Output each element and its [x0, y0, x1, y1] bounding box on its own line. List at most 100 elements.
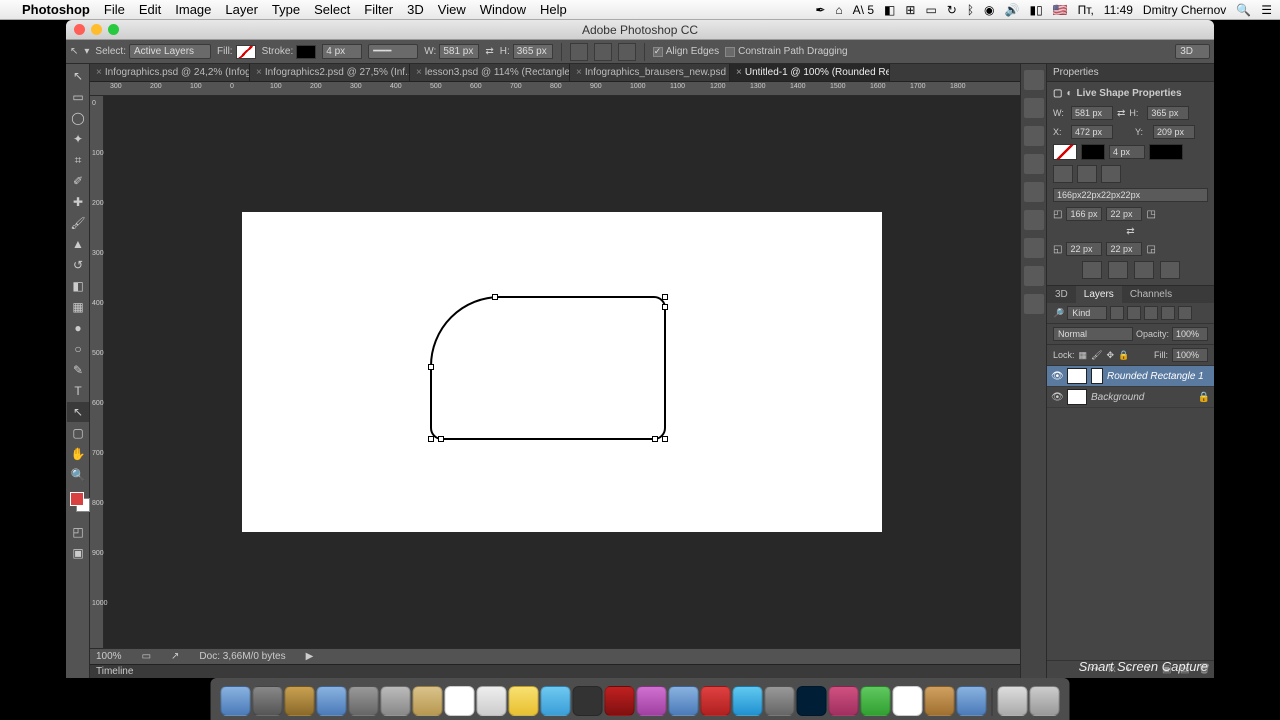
spotlight-icon[interactable]: 🔍 [1236, 3, 1251, 17]
layer-row[interactable]: 👁 Background 🔒 [1047, 387, 1214, 408]
layer-thumbnail[interactable] [1067, 389, 1087, 405]
dock-photoshop-icon[interactable] [797, 686, 827, 716]
prop-y-input[interactable] [1153, 125, 1195, 139]
filter-smart-icon[interactable] [1178, 306, 1192, 320]
move-tool[interactable]: ↖ [67, 66, 89, 86]
height-input[interactable] [513, 44, 553, 59]
layer-row[interactable]: 👁 Rounded Rectangle 1 [1047, 366, 1214, 387]
document-tab[interactable]: ×lesson3.psd @ 114% (Rectangle ... [410, 64, 570, 81]
path-op-button[interactable] [1160, 261, 1180, 279]
corner-bl-input[interactable] [1066, 242, 1102, 256]
menubar-tray-icon[interactable]: ✒ [815, 3, 825, 17]
dock-app-icon[interactable] [253, 686, 283, 716]
dock-trash-icon[interactable] [1030, 686, 1060, 716]
dock-app-icon[interactable] [573, 686, 603, 716]
path-options-button[interactable] [618, 43, 636, 61]
document-tab[interactable]: ×Infographics.psd @ 24,2% (Infog... [90, 64, 250, 81]
corner-tl-input[interactable] [1066, 207, 1102, 221]
eyedropper-tool[interactable]: ✐ [67, 171, 89, 191]
screenmode-tool[interactable]: ▣ [67, 543, 89, 563]
stroke-width-input[interactable] [322, 44, 362, 59]
dock-safari-icon[interactable] [317, 686, 347, 716]
wand-tool[interactable]: ✦ [67, 129, 89, 149]
menubar-tray-icon[interactable]: ⊞ [905, 3, 915, 17]
tab-channels[interactable]: Channels [1122, 286, 1180, 303]
tool-preset-dropdown[interactable]: ▾ [84, 46, 89, 57]
filter-pixel-icon[interactable] [1110, 306, 1124, 320]
type-tool[interactable]: T [67, 381, 89, 401]
dock-evernote-icon[interactable] [861, 686, 891, 716]
menu-select[interactable]: Select [314, 2, 350, 17]
notification-center-icon[interactable]: ☰ [1261, 3, 1272, 17]
collapsed-panel-icon[interactable] [1024, 98, 1044, 118]
collapsed-panel-icon[interactable] [1024, 154, 1044, 174]
path-op-button[interactable] [1082, 261, 1102, 279]
path-align-button[interactable] [570, 43, 588, 61]
dock-messages-icon[interactable] [541, 686, 571, 716]
zoom-value[interactable]: 100% [96, 651, 122, 662]
align-edges-checkbox[interactable] [653, 47, 663, 57]
dock-appstore-icon[interactable] [669, 686, 699, 716]
collapsed-panel-icon[interactable] [1024, 182, 1044, 202]
dock-app-icon[interactable] [381, 686, 411, 716]
lasso-tool[interactable]: ◯ [67, 108, 89, 128]
prop-h-input[interactable] [1147, 106, 1189, 120]
path-op-button[interactable] [1108, 261, 1128, 279]
dock-app-icon[interactable] [957, 686, 987, 716]
corner-br-input[interactable] [1106, 242, 1142, 256]
gradient-tool[interactable]: ▦ [67, 297, 89, 317]
tab-3d[interactable]: 3D [1047, 286, 1076, 303]
dock-app-icon[interactable] [349, 686, 379, 716]
close-icon[interactable]: × [416, 67, 422, 78]
stamp-tool[interactable]: ▲ [67, 234, 89, 254]
corner-tr-input[interactable] [1106, 207, 1142, 221]
link-icon[interactable]: ⇄ [1117, 108, 1125, 119]
link-wh-icon[interactable]: ⇄ [485, 46, 493, 57]
zoom-button[interactable] [108, 24, 119, 35]
stroke-swatch[interactable] [296, 45, 316, 59]
menubar-battery-icon[interactable]: ▮▯ [1029, 3, 1042, 17]
eraser-tool[interactable]: ◧ [67, 276, 89, 296]
menu-image[interactable]: Image [175, 2, 211, 17]
ruler-horizontal[interactable]: 3002001000100200300400500600700800900100… [90, 82, 1020, 96]
filter-type-icon[interactable] [1144, 306, 1158, 320]
close-icon[interactable]: × [576, 67, 582, 78]
dock-app-icon[interactable] [605, 686, 635, 716]
menubar-user[interactable]: Dmitry Chernov [1143, 3, 1226, 17]
prop-stroke-swatch[interactable] [1081, 144, 1105, 160]
menu-view[interactable]: View [438, 2, 466, 17]
doc-info[interactable]: Doc: 3,66M/0 bytes [199, 651, 285, 662]
status-icon[interactable]: ▭ [142, 651, 151, 662]
fill-input[interactable] [1172, 348, 1208, 362]
tab-layers[interactable]: Layers [1076, 286, 1122, 303]
quickmask-tool[interactable]: ◰ [67, 522, 89, 542]
stroke-style-dropdown[interactable]: ━━━ [368, 44, 418, 59]
heal-tool[interactable]: ✚ [67, 192, 89, 212]
menu-window[interactable]: Window [480, 2, 526, 17]
lock-all-icon[interactable]: 🔒 [1118, 350, 1129, 361]
fill-swatch[interactable] [236, 45, 256, 59]
path-op-button[interactable] [1134, 261, 1154, 279]
menubar-day[interactable]: Пт, [1078, 3, 1094, 17]
close-button[interactable] [74, 24, 85, 35]
zoom-tool[interactable]: 🔍 [67, 465, 89, 485]
close-icon[interactable]: × [256, 67, 262, 78]
dock-app-icon[interactable] [701, 686, 731, 716]
link-corners-icon[interactable]: ⇄ [1126, 226, 1134, 237]
dock-contacts-icon[interactable] [413, 686, 443, 716]
path-select-tool[interactable]: ↖ [67, 402, 89, 422]
dock-app-icon[interactable] [829, 686, 859, 716]
prop-stroke-width[interactable] [1109, 145, 1145, 159]
prop-w-input[interactable] [1071, 106, 1113, 120]
dock-app-icon[interactable] [477, 686, 507, 716]
menu-type[interactable]: Type [272, 2, 300, 17]
blend-mode-dropdown[interactable]: Normal [1053, 327, 1133, 341]
collapsed-panel-icon[interactable] [1024, 70, 1044, 90]
dock-itunes-icon[interactable] [637, 686, 667, 716]
brush-tool[interactable]: 🖌 [67, 213, 89, 233]
pen-tool[interactable]: ✎ [67, 360, 89, 380]
menu-3d[interactable]: 3D [407, 2, 424, 17]
dock-app-icon[interactable] [285, 686, 315, 716]
lock-pixels-icon[interactable]: 🖌 [1091, 350, 1102, 361]
collapsed-panel-icon[interactable] [1024, 266, 1044, 286]
